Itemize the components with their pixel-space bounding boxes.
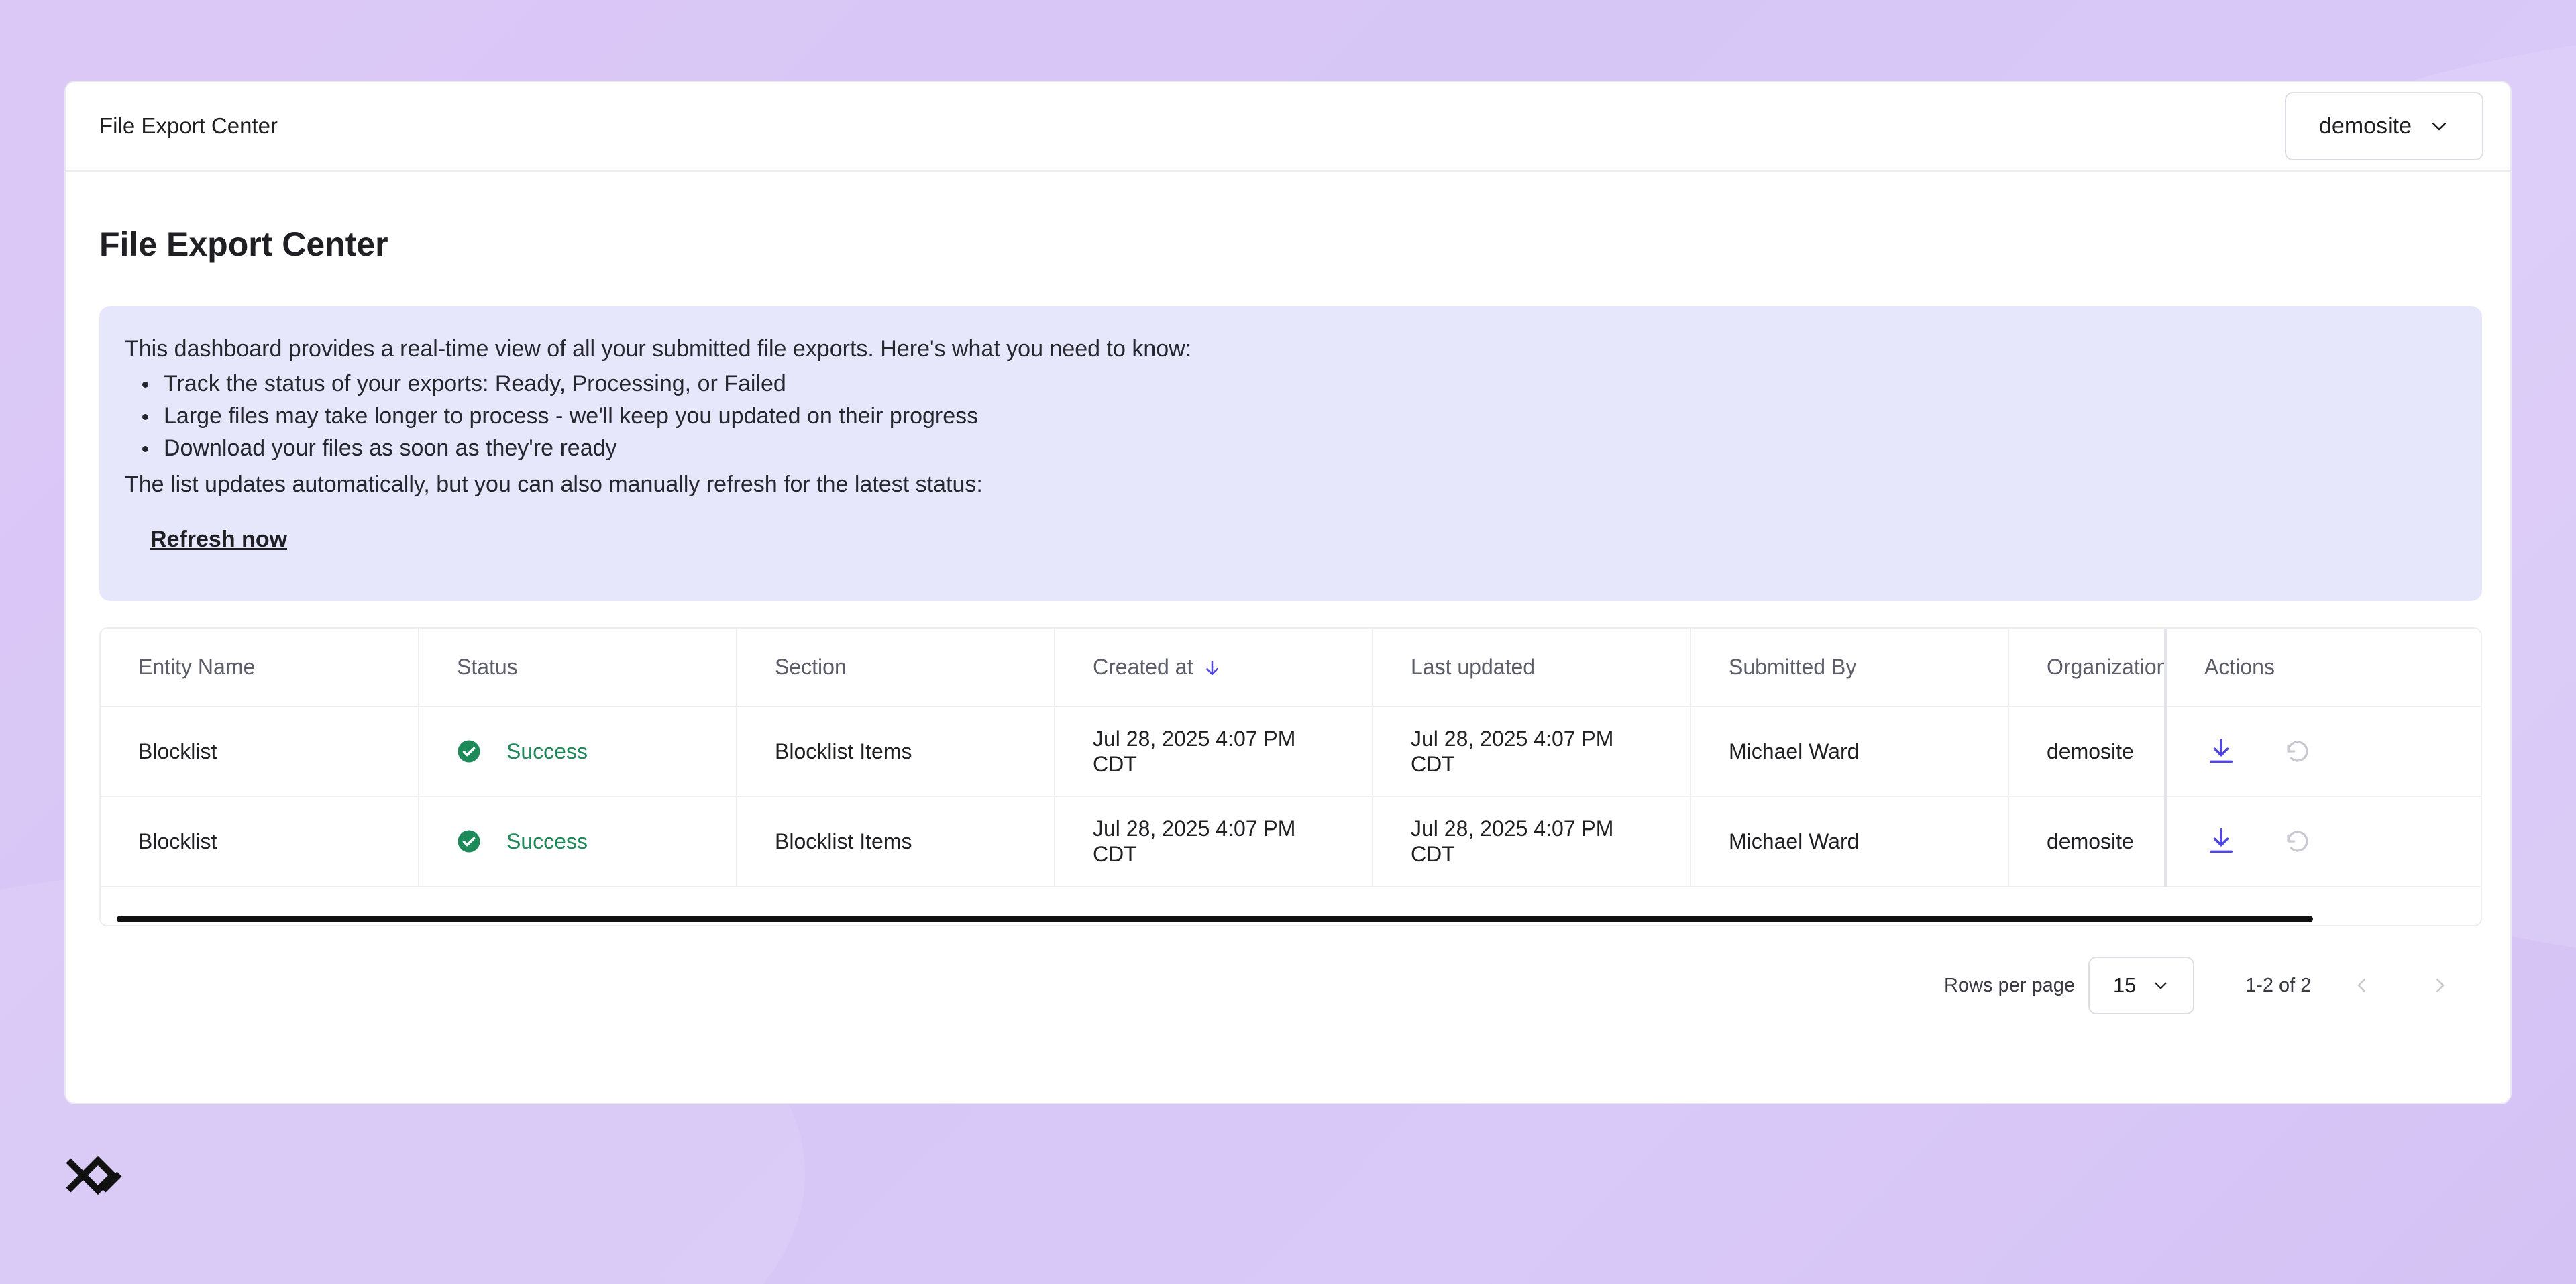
site-select-value: demosite xyxy=(2319,113,2412,139)
cell-entity-name: Blocklist xyxy=(101,796,419,887)
brand-logo-icon xyxy=(66,1155,122,1195)
column-header-status[interactable]: Status xyxy=(419,629,737,707)
column-header-submitted-by[interactable]: Submitted By xyxy=(1690,629,2009,707)
refresh-icon xyxy=(2287,831,2308,852)
status-label: Success xyxy=(506,739,588,763)
chevron-down-icon xyxy=(2432,123,2446,131)
cell-organization: demosite xyxy=(2008,706,2166,797)
info-bullet: Track the status of your exports: Ready,… xyxy=(125,368,2457,400)
horizontal-scrollbar[interactable] xyxy=(117,916,2313,922)
download-icon xyxy=(2209,828,2233,853)
arrow-down-icon[interactable] xyxy=(1202,658,1222,678)
cell-created-at: Jul 28, 2025 4:07 PM CDT xyxy=(1055,796,1373,887)
info-panel: This dashboard provides a real-time view… xyxy=(99,306,2482,601)
cell-status: Success xyxy=(419,796,737,887)
column-header-last-updated[interactable]: Last updated xyxy=(1373,629,1691,707)
download-icon xyxy=(2209,739,2233,763)
info-bullet-list: Track the status of your exports: Ready,… xyxy=(125,368,2457,464)
chevron-down-icon xyxy=(2155,982,2167,989)
column-header-actions: Actions xyxy=(2164,629,2481,707)
app-title: File Export Center xyxy=(99,113,278,138)
info-bullet: Download your files as soon as they're r… xyxy=(125,432,2457,464)
success-check-icon xyxy=(458,830,480,853)
chevron-right-icon xyxy=(2436,979,2445,992)
top-bar: File Export Center demosite xyxy=(66,82,2510,172)
cell-submitted-by: Michael Ward xyxy=(1690,706,2009,797)
cell-section: Blocklist Items xyxy=(737,706,1055,797)
download-button[interactable] xyxy=(2204,735,2238,768)
cell-actions xyxy=(2164,706,2481,797)
cell-entity-name: Blocklist xyxy=(101,706,419,797)
download-button[interactable] xyxy=(2204,824,2238,858)
cell-status: Success xyxy=(419,706,737,797)
exports-table: Entity Name Status Section Created at La… xyxy=(99,627,2482,926)
refresh-icon xyxy=(2287,741,2308,762)
table-header-row: Entity Name Status Section Created at La… xyxy=(101,629,2481,707)
column-header-section[interactable]: Section xyxy=(737,629,1055,707)
rows-per-page-label: Rows per page xyxy=(1944,974,2076,996)
column-header-organization-label: Organization xyxy=(2047,655,2165,679)
cell-last-updated: Jul 28, 2025 4:07 PM CDT xyxy=(1373,706,1691,797)
cell-section: Blocklist Items xyxy=(737,796,1055,887)
rows-per-page-select[interactable]: 15 xyxy=(2088,957,2195,1014)
info-bullet: Large files may take longer to process -… xyxy=(125,400,2457,432)
cell-submitted-by: Michael Ward xyxy=(1690,796,2009,887)
info-outro: The list updates automatically, but you … xyxy=(125,472,983,497)
export-center-card: File Export Center demosite File Export … xyxy=(64,81,2512,1104)
refresh-now-link[interactable]: Refresh now xyxy=(150,523,287,555)
success-check-icon xyxy=(458,740,480,763)
chevron-left-icon xyxy=(2358,979,2366,992)
table-row: Blocklist Success Blocklist Items Jul 28… xyxy=(101,796,2481,887)
retry-button[interactable] xyxy=(2281,735,2314,768)
previous-page-button[interactable] xyxy=(2349,972,2375,999)
page-title: File Export Center xyxy=(99,225,388,263)
column-header-entity-name[interactable]: Entity Name xyxy=(101,629,419,707)
cell-last-updated: Jul 28, 2025 4:07 PM CDT xyxy=(1373,796,1691,887)
rows-per-page-value: 15 xyxy=(2112,973,2137,997)
pagination-range: 1-2 of 2 xyxy=(2245,974,2312,996)
status-label: Success xyxy=(506,829,588,853)
table-row: Blocklist Success Blocklist Items Jul 28… xyxy=(101,706,2481,797)
column-header-created-at[interactable]: Created at xyxy=(1055,629,1373,707)
pagination: Rows per page 15 1-2 of 2 xyxy=(1944,951,2453,1020)
cell-actions xyxy=(2164,796,2481,887)
column-header-created-at-label: Created at xyxy=(1093,655,1193,679)
info-intro: This dashboard provides a real-time view… xyxy=(125,336,1192,362)
cell-created-at: Jul 28, 2025 4:07 PM CDT xyxy=(1055,706,1373,797)
cell-organization: demosite xyxy=(2008,796,2166,887)
site-select-dropdown[interactable]: demosite xyxy=(2285,92,2483,160)
next-page-button[interactable] xyxy=(2426,972,2453,999)
column-header-organization[interactable]: Organization xyxy=(2008,629,2166,707)
retry-button[interactable] xyxy=(2281,824,2314,858)
